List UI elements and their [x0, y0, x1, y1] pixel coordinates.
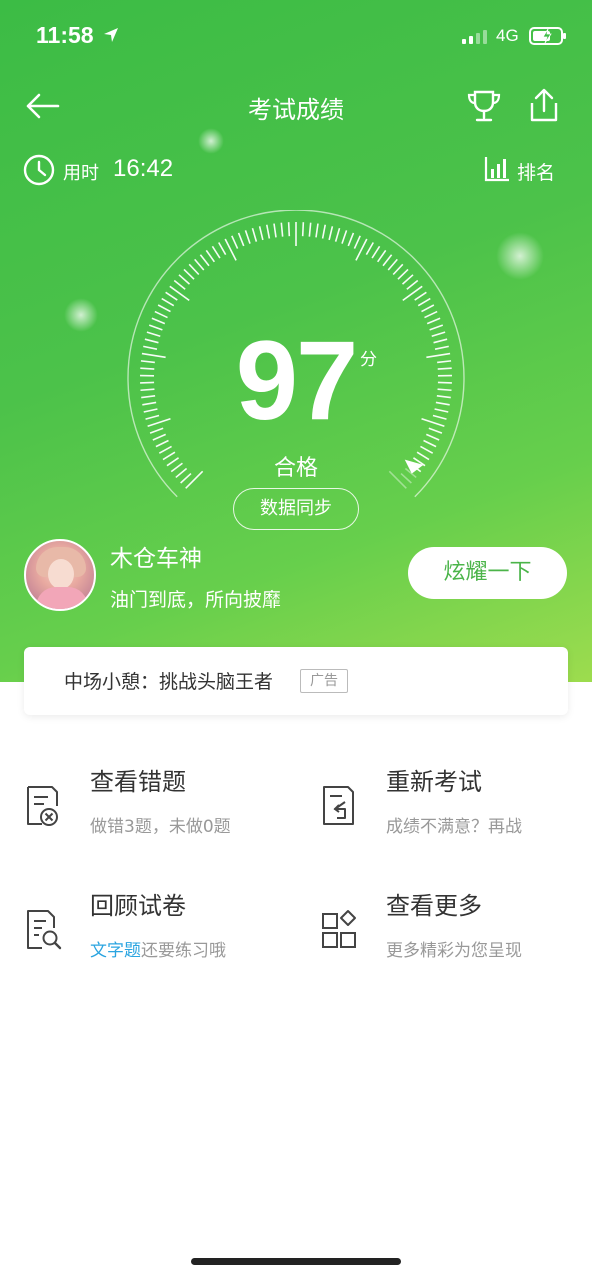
- data-sync-button[interactable]: 数据同步: [233, 488, 359, 530]
- pass-grade: 合格: [273, 456, 318, 481]
- gauge-tick: [417, 297, 431, 307]
- gauge-tick: [231, 235, 239, 249]
- gauge-tick: [165, 291, 178, 301]
- gauge-tick: [321, 224, 327, 239]
- action-subtitle: 更多精彩为您呈现: [386, 941, 522, 961]
- gauge-tick: [211, 245, 221, 259]
- user-motto: 油门到底，所向披靡: [110, 589, 282, 611]
- gauge-tick: [154, 310, 168, 319]
- gauge-tick: [421, 304, 435, 313]
- gauge-tick: [402, 285, 423, 302]
- gauge-tick: [401, 274, 414, 285]
- time-used-bar: 用时 16:42 排名: [0, 150, 592, 190]
- gauge-tick: [406, 279, 419, 290]
- gauge-tick: [376, 249, 387, 263]
- gauge-tick: [188, 263, 200, 276]
- gauge-tick: [173, 279, 186, 290]
- gauge-tick: [426, 317, 441, 325]
- gauge-tick: [308, 222, 312, 237]
- gauge-tick: [387, 258, 398, 271]
- action-subtitle: 做错3题，未做0题: [90, 817, 231, 837]
- action-subtitle: 文字题还要练习哦: [90, 936, 226, 961]
- gauge-tick: [328, 226, 334, 241]
- gauge-tick: [414, 291, 427, 301]
- signal-icon: [462, 28, 487, 44]
- result-header: 11:58 4G 考试成绩 用时 16:42 排名 97 分 合格 数据同步 木…: [0, 0, 592, 682]
- gauge-tick: [199, 254, 210, 267]
- action-subtitle: 成绩不满意？再战: [386, 817, 522, 837]
- gauge-tick: [183, 268, 195, 280]
- ranking-link[interactable]: 排名: [517, 158, 555, 185]
- review-paper[interactable]: 回顾试卷 文字题还要练习哦: [24, 886, 304, 976]
- gauge-tick: [424, 310, 438, 319]
- status-time: 11:58: [36, 22, 94, 48]
- user-name: 木仓车神: [110, 546, 202, 572]
- gauge-tick: [155, 439, 169, 448]
- avatar[interactable]: [24, 539, 96, 611]
- action-title: 回顾试卷: [90, 892, 186, 920]
- gauge-tick: [157, 304, 171, 313]
- bokeh-light: [496, 232, 544, 280]
- gauge-tick: [244, 230, 251, 244]
- gauge-tick: [347, 232, 355, 247]
- score-value: 97: [235, 318, 359, 443]
- ad-tag: 广告: [300, 669, 348, 693]
- gauge-tick: [341, 230, 348, 244]
- gauge-tick: [315, 223, 319, 238]
- gauge-tick: [161, 297, 175, 307]
- gauge-tick: [178, 274, 191, 285]
- gauge-tick: [423, 439, 437, 448]
- review-paper-icon: [27, 910, 62, 950]
- action-subtitle-highlight[interactable]: 文字题: [90, 941, 141, 961]
- gauge-tick: [265, 224, 271, 239]
- retake-exam-icon: [323, 786, 354, 825]
- gauge-tick: [194, 258, 205, 271]
- gauge-tick: [169, 285, 190, 302]
- score-display: 97 分: [0, 325, 592, 437]
- score-unit: 分: [360, 350, 377, 370]
- wrong-questions-icon: [27, 786, 58, 826]
- gauge-tick: [382, 254, 393, 267]
- gauge-tick: [353, 235, 361, 249]
- network-type: 4G: [496, 26, 519, 45]
- home-indicator[interactable]: [191, 1258, 401, 1265]
- gauge-tick: [237, 232, 245, 247]
- action-title: 查看更多: [386, 892, 482, 920]
- gauge-tick: [218, 242, 227, 256]
- gauge-tick: [287, 222, 291, 237]
- gauge-tick: [280, 222, 284, 237]
- gauge-tick: [205, 249, 216, 263]
- gauge-tick: [365, 242, 374, 256]
- ad-banner[interactable]: 中场小憩：挑战头脑王者 广告: [24, 647, 568, 715]
- ad-text: 中场小憩：挑战头脑王者: [64, 671, 274, 693]
- user-profile: 木仓车神 油门到底，所向披靡 炫耀一下: [0, 537, 592, 617]
- nav-bar: 考试成绩: [0, 80, 592, 130]
- clock-icon: [23, 154, 55, 186]
- trophy-icon[interactable]: [464, 86, 504, 126]
- more-apps-icon: [322, 910, 356, 948]
- gauge-tick: [334, 227, 341, 242]
- action-title: 查看错题: [90, 768, 186, 796]
- view-more[interactable]: 查看更多 更多精彩为您呈现: [320, 886, 592, 976]
- gauge-tick: [251, 227, 258, 242]
- time-used-value: 16:42: [113, 155, 174, 182]
- gauge-tick: [151, 317, 166, 325]
- gauge-tick: [371, 245, 381, 259]
- status-bar: 11:58 4G: [0, 18, 592, 58]
- retake-exam[interactable]: 重新考试 成绩不满意？再战: [320, 762, 592, 852]
- share-icon[interactable]: [524, 86, 564, 126]
- gauge-tick: [273, 223, 277, 238]
- time-used-label: 用时: [63, 163, 99, 184]
- show-off-button[interactable]: 炫耀一下: [408, 547, 567, 599]
- location-arrow-icon: [104, 28, 118, 42]
- action-title: 重新考试: [386, 768, 482, 796]
- ranking-chart-icon[interactable]: [483, 155, 511, 183]
- gauge-tick: [258, 226, 264, 241]
- gauge-tick: [392, 263, 404, 276]
- gauge-tick: [301, 222, 305, 237]
- action-subtitle-rest: 还要练习哦: [141, 941, 226, 961]
- battery-icon: [529, 27, 566, 45]
- view-wrong-questions[interactable]: 查看错题 做错3题，未做0题: [24, 762, 304, 852]
- gauge-tick: [397, 268, 409, 280]
